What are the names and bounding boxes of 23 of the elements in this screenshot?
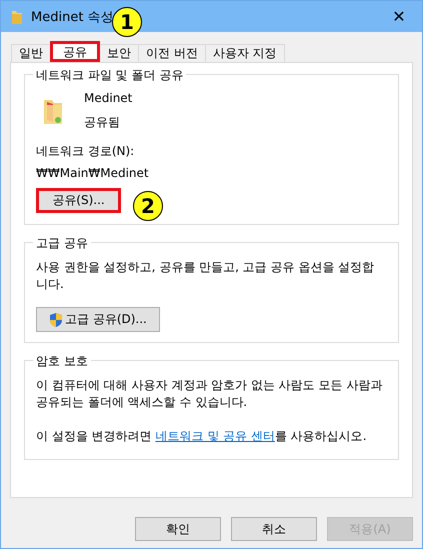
- share-button[interactable]: 공유(S)...: [36, 188, 121, 213]
- group-title: 네트워크 파일 및 폴더 공유: [33, 67, 186, 84]
- network-center-link[interactable]: 네트워크 및 공유 센터: [155, 429, 275, 443]
- group-title: 암호 보호: [33, 353, 91, 370]
- description-text: 이 컴퓨터에 대해 사용자 계정과 암호가 없는 사람도 모든 사람과 공유되는 폴더에 액세스할 수 있습니다.: [36, 377, 384, 411]
- shield-icon: [49, 312, 63, 328]
- tab[interactable]: 공유: [50, 41, 100, 62]
- window-title: Medinet 속성: [31, 8, 114, 26]
- description-text: 사용 권한을 설정하고, 공유를 만들고, 고급 공유 옵션을 설정합니다.: [36, 259, 376, 293]
- note-text: 이 설정을 변경하려면 네트워크 및 공유 센터를 사용하십시오.: [36, 428, 368, 445]
- tab[interactable]: 일반: [11, 44, 51, 62]
- share-status: 공유됨: [84, 114, 121, 131]
- folder-name: Medinet: [84, 91, 132, 105]
- path-label: 네트워크 경로(N):: [36, 143, 134, 160]
- dialog-button[interactable]: 취소: [231, 517, 317, 541]
- network-path: ₩₩Main₩Medinet: [36, 166, 149, 180]
- close-button[interactable]: ✕: [376, 1, 422, 32]
- share-button[interactable]: 고급 공유(D)...: [36, 307, 160, 332]
- group-title: 고급 공유: [33, 235, 91, 252]
- tab[interactable]: 사용자 지정: [204, 44, 285, 62]
- folder-icon: [11, 8, 23, 24]
- tab[interactable]: 이전 버전: [138, 44, 206, 62]
- dialog-button[interactable]: 확인: [135, 517, 221, 541]
